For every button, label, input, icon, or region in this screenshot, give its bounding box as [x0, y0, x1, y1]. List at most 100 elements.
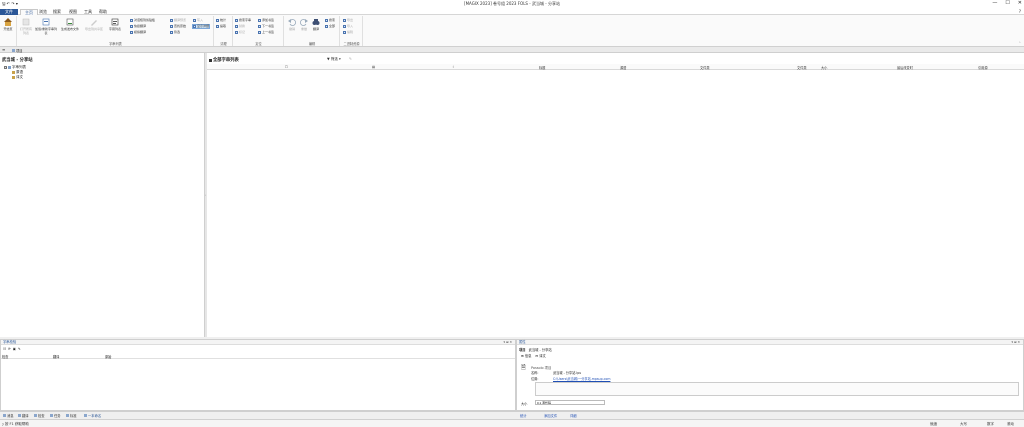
tab-naming[interactable]: 一本命名: [84, 413, 101, 418]
tab-translate[interactable]: 翻译: [18, 413, 29, 418]
statistics-button[interactable]: 统计: [216, 18, 226, 23]
tab-standard[interactable]: 标准: [66, 413, 77, 418]
col-source[interactable]: 源语: [620, 65, 626, 70]
status-num: 数字: [987, 422, 994, 426]
panel-controls[interactable]: ▾ ⊞ ✕: [504, 340, 512, 345]
ribbon-tabs: 文件 主页 浏览 搜索 视图 工具 帮助 登录 ?: [0, 8, 1024, 22]
description-box[interactable]: [535, 382, 1019, 396]
start-page-button[interactable]: 开始页: [1, 18, 15, 31]
group-cleanup-label: 清理: [220, 42, 227, 46]
all-icon: [325, 25, 328, 28]
prev-bookmark-button[interactable]: 上一书签: [258, 30, 274, 35]
generate-release-button[interactable]: 生成发布文件: [59, 18, 81, 31]
prev-bookmark-icon: [258, 31, 261, 34]
next-bookmark-icon: [258, 25, 261, 28]
binary-import-button[interactable]: 导入: [343, 24, 353, 29]
edit-icon: [343, 31, 346, 34]
write-icon: [193, 19, 196, 22]
col-file-type[interactable]: 文件类: [700, 65, 710, 70]
group-edit: 撤销 重做 翻译 搜索 全部 编辑: [285, 16, 340, 46]
open-all-lists-button[interactable]: 打开所有列表: [19, 18, 33, 35]
title-bar: 🖫 ↶ ↷ ▾ [MAGIX 2023] 卷号组 2023 FOLS - 武当城…: [0, 0, 1024, 8]
help-icon[interactable]: ?: [1019, 9, 1021, 14]
link-add-file[interactable]: 添加文件: [544, 413, 557, 418]
type-column-icon[interactable]: ▤: [372, 65, 375, 69]
tab-check[interactable]: 检查: [34, 413, 45, 418]
translate-button[interactable]: 翻译: [310, 18, 322, 31]
translate-icon: [18, 414, 21, 417]
string-list-header: ☐ ▤ ↕ 标题 源语 文件类 文件类 大小 最后改变时 引用源: [207, 64, 1024, 70]
mark-button[interactable]: 标记: [235, 30, 245, 35]
preview-icon: [170, 19, 173, 22]
col-last-changed[interactable]: 最后改变时: [897, 65, 913, 70]
simulate-translate-button[interactable]: 模拟翻译: [130, 30, 146, 35]
project-tree-pane: 武当城 - 分享站 − 字串列表 原语 译文: [0, 53, 205, 337]
filter-button[interactable]: 筛选: [170, 30, 180, 35]
col-size[interactable]: 大小: [821, 65, 827, 70]
clipboard-icon: [130, 19, 133, 22]
subtab-project[interactable]: 项目: [519, 347, 526, 352]
translation-preview-button[interactable]: 翻译预览: [170, 18, 186, 23]
quick-translate-button[interactable]: 快捷翻译: [130, 24, 146, 29]
collapse-icon[interactable]: −: [4, 66, 7, 69]
language-icon: [12, 71, 15, 74]
col-check[interactable]: 检查: [2, 354, 8, 359]
subtitle-list-button[interactable]: 字幕列表: [107, 18, 123, 31]
tab-tasks[interactable]: 任务: [50, 413, 61, 418]
checkbox-column-icon[interactable]: ☐: [285, 65, 288, 69]
col-original[interactable]: 原始: [105, 354, 111, 359]
house-icon: [4, 18, 12, 26]
show-details-button[interactable]: 显示详细: [192, 24, 211, 29]
col-reference[interactable]: 引用源: [978, 65, 988, 70]
close-button[interactable]: ✕: [1018, 0, 1022, 6]
size-field[interactable]: [535, 400, 605, 405]
location-link[interactable]: C:\Users\武当城\一分享站.mpsup.com: [553, 376, 610, 381]
refresh-icon[interactable]: ⟳: [8, 347, 11, 351]
replace-button[interactable]: 替换: [235, 24, 245, 29]
clear-filter-icon[interactable]: ✎: [349, 57, 352, 61]
extract-icon: [216, 25, 219, 28]
tab-messages[interactable]: 消息: [3, 413, 14, 418]
reload-lists-button[interactable]: 加载/重新字串列表: [35, 18, 57, 35]
export-shared-button[interactable]: 导出到共享区: [83, 18, 105, 31]
translation-button[interactable]: ⊟ 译文: [535, 353, 545, 358]
export-icon: [343, 19, 346, 22]
edit-search-button[interactable]: 搜索: [325, 18, 335, 23]
check-icon[interactable]: ☷: [3, 347, 6, 351]
col-file-type-2[interactable]: 文件类: [797, 65, 807, 70]
undo-button[interactable]: 撤销: [286, 18, 298, 31]
standard-icon: [66, 414, 69, 417]
settings-icon[interactable]: ✎: [18, 347, 21, 351]
binary-export-button[interactable]: 导出: [343, 18, 353, 23]
info-button[interactable]: ⊞ 信息: [521, 353, 531, 358]
link-details[interactable]: 详细: [570, 413, 577, 418]
status-help: ? 按 F1 获取帮助: [2, 422, 29, 427]
next-bookmark-button[interactable]: 下一书签: [258, 24, 274, 29]
subtab-project-name[interactable]: 武当城 - 分享站: [529, 347, 552, 352]
string-list-title: 全部字串列表: [209, 57, 239, 63]
col-title[interactable]: 标题: [539, 65, 545, 70]
search-strings-button[interactable]: 搜索字串: [235, 18, 251, 23]
extract-button[interactable]: 提取: [216, 24, 226, 29]
translate-icon: [130, 25, 133, 28]
maximize-button[interactable]: ☐: [1005, 0, 1009, 6]
delete-icon[interactable]: ▣: [13, 347, 16, 351]
find-original-button[interactable]: 查找原始: [170, 24, 186, 29]
panel-controls[interactable]: ▾ ⊞ ✕: [1012, 340, 1020, 345]
dialog-to-clipboard-button[interactable]: 对话框到剪贴板: [130, 18, 155, 23]
state-column-icon[interactable]: ↕: [452, 65, 455, 69]
pane-menu-icon[interactable]: ≡: [2, 47, 5, 52]
collapse-ribbon-icon[interactable]: ⌃: [1018, 41, 1021, 45]
redo-button[interactable]: 重做: [298, 18, 310, 31]
link-statistics[interactable]: 统计: [520, 413, 527, 418]
filter-dropdown[interactable]: ▼ 筛选 ▾: [327, 57, 341, 62]
minimize-button[interactable]: —: [992, 0, 997, 6]
binary-edit-button[interactable]: 编辑: [343, 30, 353, 35]
col-translation[interactable]: 翻译: [53, 354, 59, 359]
edit-all-button[interactable]: 全部: [325, 24, 335, 29]
tree-item-target[interactable]: 译文: [12, 75, 23, 80]
write-button[interactable]: 写入: [193, 18, 203, 23]
export-shared-label: 导出到共享区: [84, 27, 103, 31]
add-bookmark-button[interactable]: 添加书签: [258, 18, 274, 23]
open-all-lists-label: 打开所有列表: [19, 27, 32, 35]
